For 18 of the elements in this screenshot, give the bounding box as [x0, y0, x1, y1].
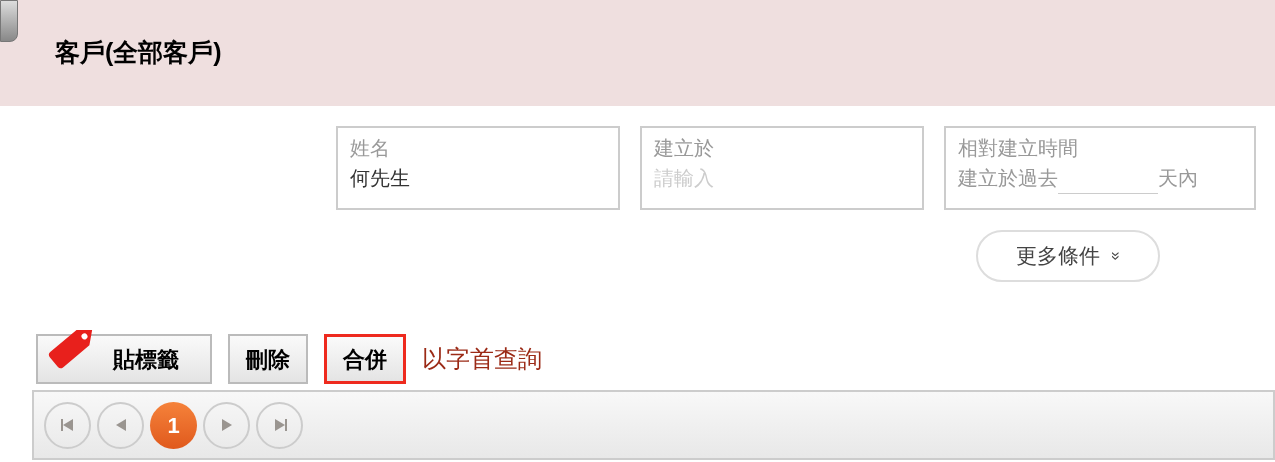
field-prefix: 建立於過去 — [958, 166, 1058, 191]
first-page-button[interactable] — [44, 401, 91, 449]
previous-page-button[interactable] — [97, 401, 144, 449]
more-conditions-button[interactable]: 更多條件 » — [976, 230, 1160, 282]
field-label: 建立於 — [654, 136, 715, 161]
field-suffix: 天內 — [1158, 166, 1198, 191]
next-page-button[interactable] — [203, 401, 250, 449]
first-page-icon — [59, 418, 76, 432]
filter-field[interactable]: 姓名 何先生 — [336, 126, 620, 210]
action-button[interactable]: 合併 — [324, 334, 406, 384]
field-label: 姓名 — [350, 136, 391, 161]
tab-edge-icon — [0, 0, 18, 42]
last-page-button[interactable] — [256, 401, 303, 449]
text-input[interactable]: 何先生 — [350, 162, 606, 194]
page-title: 客戶(全部客戶) — [55, 37, 222, 69]
action-button[interactable]: 刪除 — [228, 334, 308, 384]
initial-search-link[interactable]: 以字首查詢 — [422, 341, 542, 377]
field-label: 相對建立時間 — [958, 136, 1079, 161]
